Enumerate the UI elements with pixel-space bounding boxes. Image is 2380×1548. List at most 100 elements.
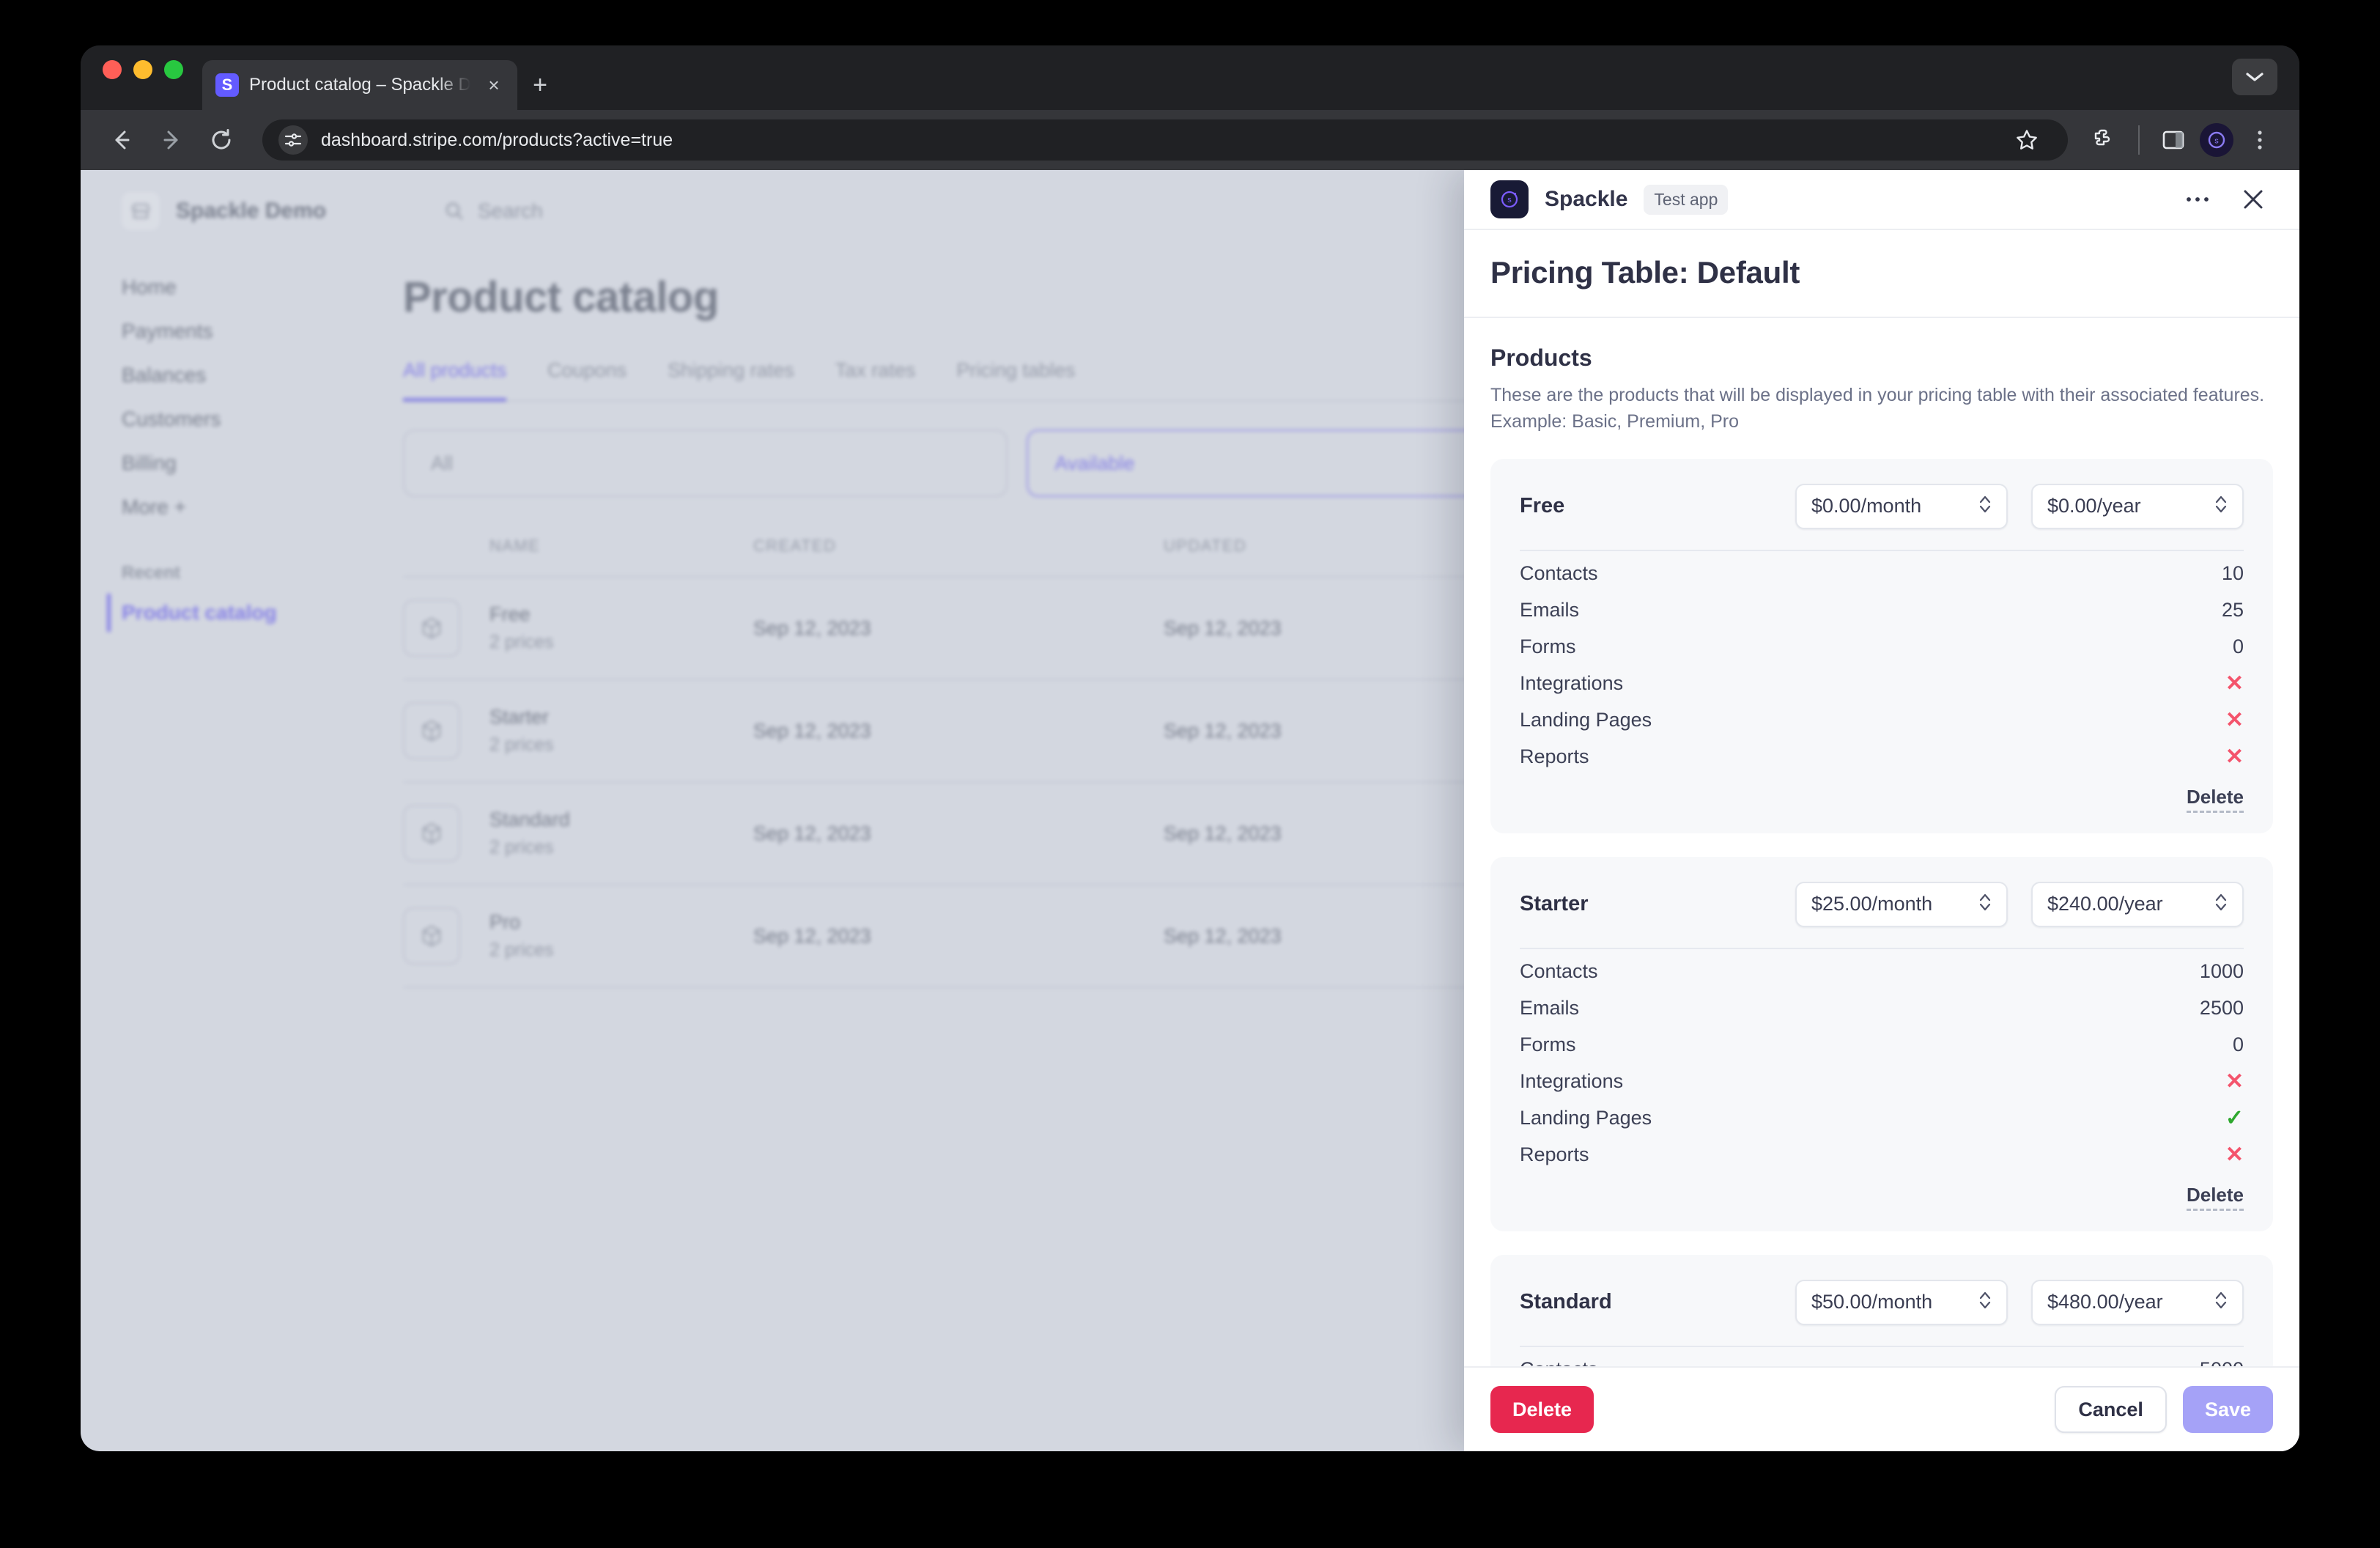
feature-value: 25	[2221, 599, 2244, 621]
brand[interactable]: Spackle Demo	[122, 192, 444, 230]
feature-label: Contacts	[1520, 960, 1598, 982]
side-panel-icon[interactable]	[2153, 119, 2194, 161]
chevron-updown-icon	[1978, 892, 1992, 916]
spackle-app-drawer: s Spackle Test app Pricing Table: Defaul…	[1464, 170, 2299, 1451]
sidebar-item-payments[interactable]: Payments	[122, 309, 403, 353]
reload-icon[interactable]	[199, 118, 243, 162]
product-card-header: Starter $25.00/month $240.00/year	[1520, 881, 2244, 927]
chevron-updown-icon	[1978, 494, 1992, 518]
svg-text:s: s	[2214, 137, 2219, 146]
tab-search-chevron-down-icon[interactable]	[2232, 59, 2277, 95]
section-description-line1: These are the products that will be disp…	[1490, 385, 2265, 405]
product-box-icon	[403, 907, 460, 965]
close-tab-icon[interactable]: ×	[481, 75, 507, 95]
sidebar-item-more[interactable]: More +	[122, 485, 403, 529]
product-created: Sep 12, 2023	[753, 719, 871, 742]
product-updated: Sep 12, 2023	[1164, 924, 1282, 947]
window-controls	[103, 45, 183, 110]
address-bar[interactable]: dashboard.stripe.com/products?active=tru…	[262, 119, 2068, 161]
monthly-price-select[interactable]: $25.00/month	[1795, 881, 2008, 927]
tab-shipping-rates[interactable]: Shipping rates	[668, 359, 794, 402]
star-icon[interactable]	[2006, 119, 2047, 161]
chevron-updown-icon	[2214, 1290, 2228, 1314]
test-app-badge: Test app	[1644, 184, 1729, 215]
cross-icon: ✕	[2225, 1142, 2244, 1167]
feature-row: Landing Pages ✓	[1520, 1100, 2244, 1137]
page-title: Product catalog	[403, 273, 719, 321]
product-created: Sep 12, 2023	[753, 924, 871, 947]
tune-icon[interactable]	[278, 125, 308, 155]
segment-all[interactable]: All	[403, 430, 1008, 497]
back-arrow-icon[interactable]	[100, 118, 144, 162]
monthly-price-value: $50.00/month	[1811, 1291, 1933, 1313]
sidebar-item-product-catalog[interactable]: Product catalog	[107, 594, 403, 632]
product-name: Pro	[489, 911, 521, 933]
profile-avatar-icon[interactable]: s	[2200, 123, 2233, 157]
feature-label: Contacts	[1520, 1358, 2200, 1366]
search-placeholder: Search	[478, 199, 543, 222]
sidebar-item-home[interactable]: Home	[122, 265, 403, 309]
delete-product-link[interactable]: Delete	[2186, 786, 2244, 813]
minimize-window-button[interactable]	[133, 60, 152, 79]
feature-value: 0	[2232, 1033, 2244, 1055]
product-price-count: 2 prices	[489, 632, 554, 652]
delete-product-link[interactable]: Delete	[2186, 1184, 2244, 1211]
close-icon[interactable]	[2233, 180, 2273, 219]
tab-tax-rates[interactable]: Tax rates	[835, 359, 916, 402]
feature-value: 10	[2221, 562, 2244, 584]
three-dot-menu-icon[interactable]	[2239, 119, 2280, 161]
yearly-price-select[interactable]: $0.00/year	[2031, 483, 2244, 529]
close-window-button[interactable]	[103, 60, 122, 79]
sidebar-item-customers[interactable]: Customers	[122, 397, 403, 441]
product-card: Starter $25.00/month $240.00/year Contac…	[1490, 856, 2273, 1231]
card-divider	[1520, 947, 2244, 949]
product-created: Sep 12, 2023	[753, 822, 871, 844]
page-viewport: Spackle Demo Search Developers Test mode…	[81, 170, 2299, 1451]
yearly-price-select[interactable]: $480.00/year	[2031, 1279, 2244, 1325]
yearly-price-value: $240.00/year	[2047, 893, 2163, 915]
monthly-price-select[interactable]: $0.00/month	[1795, 483, 2008, 529]
feature-label: Landing Pages	[1520, 709, 1652, 731]
feature-value: 5000	[2200, 1358, 2244, 1366]
sidebar-item-balances[interactable]: Balances	[122, 353, 403, 397]
tab-coupons[interactable]: Coupons	[547, 359, 627, 402]
extensions-puzzle-icon[interactable]	[2084, 119, 2125, 161]
tab-title: Product catalog – Spackle De	[249, 75, 470, 95]
save-button[interactable]: Save	[2182, 1386, 2273, 1433]
cross-icon: ✕	[2225, 1069, 2244, 1094]
browser-tab[interactable]: S Product catalog – Spackle De ×	[202, 60, 517, 110]
feature-row: Contacts 5000	[1520, 1352, 2244, 1366]
feature-value: 1000	[2199, 960, 2244, 982]
tab-all-products[interactable]: All products	[403, 359, 507, 402]
feature-row: Reports ✕	[1520, 739, 2244, 775]
column-header-name: NAME	[489, 537, 541, 555]
toolbar-divider	[2138, 125, 2140, 155]
product-name: Starter	[1520, 892, 1589, 915]
monthly-price-select[interactable]: $50.00/month	[1795, 1279, 2008, 1325]
product-card: Standard $50.00/month $480.00/year	[1490, 1254, 2273, 1366]
feature-row: Emails 25	[1520, 592, 2244, 629]
maximize-window-button[interactable]	[164, 60, 183, 79]
delete-button[interactable]: Delete	[1490, 1386, 1594, 1433]
column-header-created: CREATED	[753, 537, 837, 555]
feature-label: Emails	[1520, 997, 1580, 1019]
dashboard-search[interactable]: Search	[444, 199, 543, 223]
forward-arrow-icon[interactable]	[149, 118, 193, 162]
new-tab-button[interactable]: +	[517, 60, 563, 110]
product-name: Standard	[489, 808, 570, 830]
drawer-scroll-area[interactable]: Products These are the products that wil…	[1464, 318, 2299, 1366]
yearly-price-select[interactable]: $240.00/year	[2031, 881, 2244, 927]
feature-row: Integrations ✕	[1520, 666, 2244, 702]
product-card: Free $0.00/month $0.00/year Contacts 10 …	[1490, 458, 2273, 833]
feature-label: Forms	[1520, 635, 1576, 657]
sidebar-item-billing[interactable]: Billing	[122, 441, 403, 485]
tab-pricing-tables[interactable]: Pricing tables	[956, 359, 1075, 402]
cancel-button[interactable]: Cancel	[2055, 1386, 2167, 1433]
tab-favicon-icon: S	[215, 73, 239, 97]
cross-icon: ✕	[2225, 671, 2244, 696]
feature-label: Emails	[1520, 599, 1580, 621]
product-created: Sep 12, 2023	[753, 616, 871, 639]
more-options-icon[interactable]	[2178, 180, 2217, 219]
product-price-count: 2 prices	[489, 837, 554, 858]
feature-value: 0	[2232, 635, 2244, 657]
